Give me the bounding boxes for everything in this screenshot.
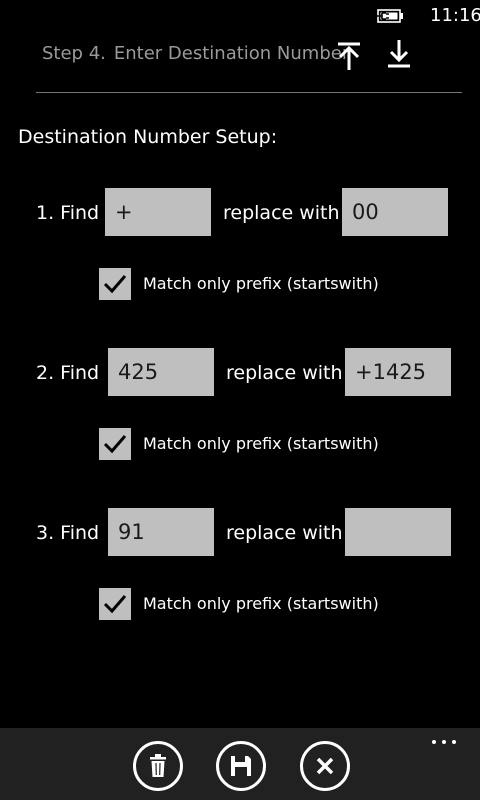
section-title: Destination Number Setup: [18, 126, 278, 148]
delete-icon [150, 754, 166, 777]
prefix-checkbox-label[interactable]: Match only prefix (startswith) [143, 274, 379, 293]
checkmark-icon [103, 435, 127, 454]
prefix-checkbox[interactable] [99, 268, 131, 300]
replace-label: replace with [223, 202, 340, 224]
replace-input[interactable] [342, 188, 448, 236]
replace-input[interactable] [345, 348, 451, 396]
prefix-checkbox[interactable] [99, 428, 131, 460]
battery-charging-icon [374, 9, 403, 23]
delete-button[interactable] [133, 741, 183, 791]
more-ellipsis-icon[interactable] [430, 740, 460, 748]
prefix-checkbox-label[interactable]: Match only prefix (startswith) [143, 434, 379, 453]
status-bar: 11:16 [0, 0, 480, 32]
rule-label: 1. Find [36, 202, 100, 224]
find-input[interactable] [105, 188, 211, 236]
replace-label: replace with [226, 522, 343, 544]
cancel-icon [316, 757, 334, 775]
step-label: Step 4. [42, 43, 106, 64]
replace-input[interactable] [345, 508, 451, 556]
prefix-checkbox[interactable] [99, 588, 131, 620]
find-input[interactable] [108, 348, 214, 396]
rule-label: 3. Find [36, 522, 100, 544]
prefix-checkbox-label[interactable]: Match only prefix (startswith) [143, 594, 379, 613]
save-button[interactable] [216, 741, 266, 791]
arrow-to-top-icon[interactable] [336, 38, 362, 72]
cancel-button[interactable] [300, 741, 350, 791]
rule-label: 2. Find [36, 362, 100, 384]
header-divider [36, 92, 462, 93]
save-icon [231, 756, 251, 776]
arrow-to-bottom-icon[interactable] [386, 38, 412, 72]
find-input[interactable] [108, 508, 214, 556]
app-bar [0, 728, 480, 800]
checkmark-icon [103, 275, 127, 294]
app-page: 11:16 Step 4. Enter Destination Number De… [0, 0, 480, 800]
replace-label: replace with [226, 362, 343, 384]
step-title: Enter Destination Number [113, 43, 350, 64]
status-time: 11:16 [430, 5, 480, 26]
page-title: Step 4. Enter Destination Number [42, 43, 349, 64]
checkmark-icon [103, 595, 127, 614]
